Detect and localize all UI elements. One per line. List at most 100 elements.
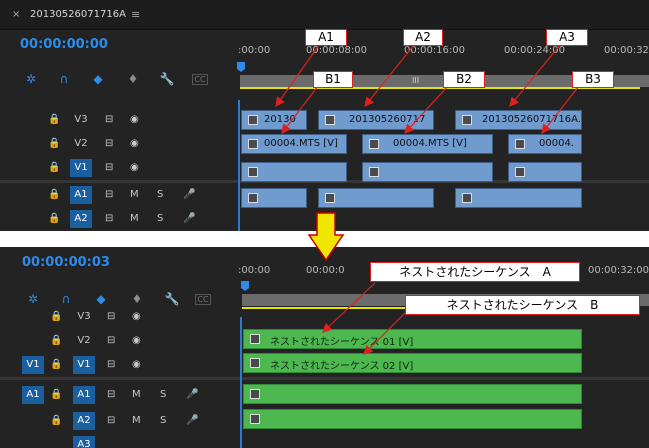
clip-a2-2[interactable] — [318, 188, 434, 208]
callout-a2: A2 — [403, 29, 443, 46]
fx-badge-icon — [248, 115, 258, 125]
track-name[interactable]: V1 — [73, 356, 95, 374]
solo-button[interactable]: S — [160, 412, 166, 430]
sync-lock-icon[interactable]: ⊟ — [107, 356, 115, 374]
clip-label: ネストされたシーケンス 02 [V] — [270, 361, 414, 372]
playhead-timecode[interactable]: 00:00:00:00 — [20, 37, 108, 52]
fx-badge-icon — [462, 193, 472, 203]
eye-icon[interactable]: ◉ — [130, 159, 139, 177]
mic-icon[interactable]: 🎤 — [186, 412, 198, 430]
track-name[interactable]: V1 — [70, 159, 92, 177]
mute-button[interactable]: M — [132, 412, 141, 430]
work-area-grip[interactable]: III — [412, 76, 419, 85]
lock-icon[interactable]: 🔒 — [48, 159, 60, 177]
clip-label: 00004.MTS [V] — [393, 138, 467, 149]
linked-selection-icon[interactable]: ◆ — [89, 70, 107, 88]
callout-nested-sequence-a: ネストされたシーケンス A — [370, 262, 580, 282]
clip-a2-1[interactable] — [241, 188, 307, 208]
eye-icon[interactable]: ◉ — [132, 332, 141, 350]
track-name[interactable]: A1 — [70, 186, 92, 204]
mute-button[interactable]: M — [130, 186, 139, 204]
panel-menu-icon[interactable]: ≡ — [131, 8, 140, 21]
lock-icon[interactable]: 🔒 — [48, 111, 60, 129]
timeline-left-edge — [240, 317, 242, 448]
clip-v2-2[interactable]: 201305260717 — [318, 110, 434, 130]
sync-lock-icon[interactable]: ⊟ — [105, 159, 113, 177]
source-patch-v1[interactable]: V1 — [22, 356, 44, 374]
lock-icon[interactable]: 🔒 — [48, 135, 60, 153]
track-name[interactable]: V2 — [73, 332, 95, 350]
sync-lock-icon[interactable]: ⊟ — [105, 210, 113, 228]
clip-v1-1[interactable]: 00004.MTS [V] — [241, 134, 347, 154]
lock-icon[interactable]: 🔒 — [50, 308, 62, 326]
fx-badge-icon — [248, 167, 258, 177]
eye-icon[interactable]: ◉ — [132, 308, 141, 326]
clip-v2-3[interactable]: 20130526071716A. — [455, 110, 582, 130]
lock-icon[interactable]: 🔒 — [50, 356, 62, 374]
track-name[interactable]: V2 — [70, 135, 92, 153]
lock-icon[interactable]: 🔒 — [50, 412, 62, 430]
lock-icon[interactable]: 🔒 — [48, 210, 60, 228]
solo-button[interactable]: S — [160, 386, 166, 404]
solo-button[interactable]: S — [157, 186, 163, 204]
clip-v1-2[interactable]: 00004.MTS [V] — [362, 134, 493, 154]
track-name[interactable]: A2 — [70, 210, 92, 228]
captions-icon[interactable]: CC — [192, 74, 208, 85]
lock-icon[interactable]: 🔒 — [50, 332, 62, 350]
track-header-v1: 🔒 V1 ⊟ ◉ — [0, 156, 238, 180]
clip-v1-3[interactable]: 00004. — [508, 134, 582, 154]
sync-lock-icon[interactable]: ⊟ — [107, 308, 115, 326]
clip-label: 00004.MTS [V] — [264, 138, 338, 149]
ruler-label: :00:00 — [238, 265, 271, 276]
captions-icon[interactable]: CC — [195, 294, 211, 305]
sync-lock-icon[interactable]: ⊟ — [107, 332, 115, 350]
settings-wrench-icon[interactable]: 🔧 — [158, 70, 176, 88]
mute-button[interactable]: M — [132, 386, 141, 404]
fx-badge-icon — [248, 193, 258, 203]
track-name[interactable]: A1 — [73, 386, 95, 404]
lock-icon[interactable]: 🔒 — [50, 386, 62, 404]
clip-label: ネストされたシーケンス 01 [V] — [270, 337, 414, 348]
clip-a1-3[interactable] — [508, 162, 582, 182]
fx-badge-icon — [515, 167, 525, 177]
lock-icon[interactable]: 🔒 — [48, 186, 60, 204]
mic-icon[interactable]: 🎤 — [186, 386, 198, 404]
clip-a1-2[interactable] — [362, 162, 493, 182]
clip-a2-3[interactable] — [455, 188, 582, 208]
mute-button[interactable]: M — [130, 210, 139, 228]
sync-lock-icon[interactable]: ⊟ — [105, 135, 113, 153]
nest-toggle-icon[interactable]: ✲ — [22, 70, 40, 88]
sync-lock-icon[interactable]: ⊟ — [105, 111, 113, 129]
track-name[interactable]: A3 — [73, 436, 95, 448]
sequence-tab-title[interactable]: 20130526071716A — [30, 9, 126, 20]
eye-icon[interactable]: ◉ — [130, 111, 139, 129]
source-patch-a1[interactable]: A1 — [22, 386, 44, 404]
nested-sequence-clip-01[interactable]: ネストされたシーケンス 01 [V] — [243, 329, 582, 349]
ruler-label: :00:00 — [238, 45, 271, 56]
track-name[interactable]: V3 — [73, 308, 95, 326]
nested-audio-clip-a1[interactable] — [243, 384, 582, 404]
video-audio-divider[interactable] — [0, 377, 649, 380]
eye-icon[interactable]: ◉ — [132, 356, 141, 374]
track-header-v1: V1 🔒 V1 ⊟ ◉ — [0, 353, 238, 377]
sync-lock-icon[interactable]: ⊟ — [105, 186, 113, 204]
eye-icon[interactable]: ◉ — [130, 135, 139, 153]
nested-audio-clip-a2[interactable] — [243, 409, 582, 429]
add-marker-icon[interactable]: ♦ — [124, 70, 142, 88]
clip-a1-1[interactable] — [241, 162, 347, 182]
timeline-left-edge — [238, 100, 240, 231]
track-name[interactable]: A2 — [73, 412, 95, 430]
close-tab-icon[interactable]: × — [12, 9, 20, 20]
callout-b3: B3 — [572, 71, 614, 88]
solo-button[interactable]: S — [157, 210, 163, 228]
nested-sequence-clip-02[interactable]: ネストされたシーケンス 02 [V] — [243, 353, 582, 373]
mic-icon[interactable]: 🎤 — [183, 210, 195, 228]
sync-lock-icon[interactable]: ⊟ — [107, 412, 115, 430]
sync-lock-icon[interactable]: ⊟ — [107, 386, 115, 404]
track-name[interactable]: V3 — [70, 111, 92, 129]
ruler-label: 00:00:32:00 — [604, 45, 649, 56]
snap-icon[interactable]: ∩ — [55, 70, 73, 88]
mic-icon[interactable]: 🎤 — [183, 186, 195, 204]
clip-v2-1[interactable]: 20130 — [241, 110, 307, 130]
playhead-timecode[interactable]: 00:00:00:03 — [22, 255, 110, 270]
